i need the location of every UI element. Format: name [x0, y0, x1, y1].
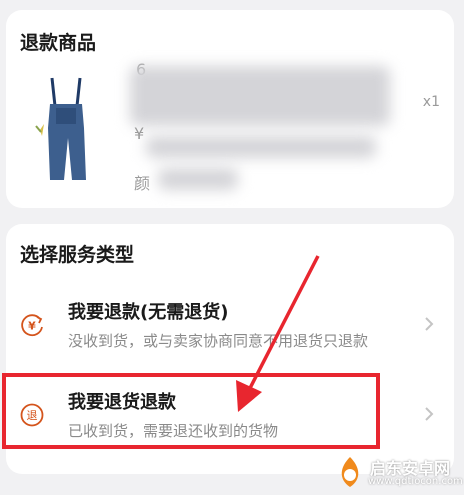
blurred-product-spec: [158, 168, 238, 190]
chevron-right-icon: [425, 317, 434, 331]
refund-items-card: 退款商品 6 ¥ 颜 x1: [6, 10, 454, 208]
watermark-url: www.qdtiocon.com: [368, 476, 463, 487]
refund-yen-icon: ¥: [21, 314, 43, 337]
product-spec-fragment: 颜: [134, 174, 151, 193]
service-type-title: 选择服务类型: [20, 244, 135, 266]
product-thumbnail[interactable]: [22, 68, 110, 190]
watermark: 启东安卓网 www.qdtiocon.com: [332, 449, 464, 495]
svg-text:¥: ¥: [28, 320, 36, 333]
product-quantity: x1: [422, 94, 440, 110]
option-refund-only-title: 我要退款(无需退货): [68, 302, 229, 323]
highlight-box: [2, 373, 380, 449]
blurred-product-info: [130, 66, 390, 126]
option-refund-only[interactable]: ¥ 我要退款(无需退货) 没收到货，或与卖家协商同意不用退货只退款: [6, 284, 454, 366]
blurred-product-info-line2: [146, 136, 376, 158]
option-refund-only-subtitle: 没收到货，或与卖家协商同意不用退货只退款: [68, 332, 369, 350]
product-price-fragment: ¥: [134, 124, 145, 143]
chevron-right-icon: [425, 407, 434, 421]
watermark-logo-icon: [341, 457, 359, 487]
refund-items-title: 退款商品: [20, 32, 97, 54]
